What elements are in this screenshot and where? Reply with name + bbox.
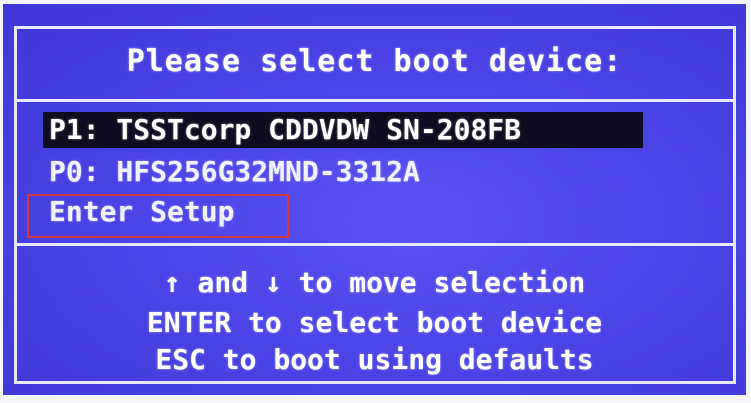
help-move-selection: ↑ and ↓ to move selection bbox=[163, 266, 586, 299]
boot-menu-title: Please select boot device: bbox=[126, 44, 623, 79]
boot-device-cddvdw[interactable]: P1: TSSTcorp CDDVDW SN-208FB bbox=[43, 112, 643, 148]
boot-device-ssd[interactable]: P0: HFS256G32MND-3312A bbox=[43, 154, 426, 190]
title-divider bbox=[14, 99, 736, 102]
help-esc-defaults: ESC to boot using defaults bbox=[155, 343, 594, 376]
help-divider bbox=[14, 243, 736, 246]
help-enter-select: ENTER to select boot device bbox=[146, 306, 603, 339]
bios-boot-screen: Please select boot device: P1: TSSTcorp … bbox=[3, 4, 746, 395]
enter-setup-annotation-box bbox=[27, 194, 289, 238]
